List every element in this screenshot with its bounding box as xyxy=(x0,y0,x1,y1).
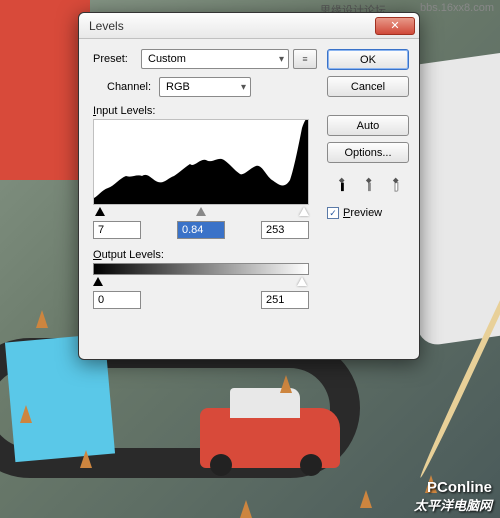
input-black-field[interactable] xyxy=(93,221,141,239)
eyedropper-white-icon[interactable] xyxy=(386,175,404,193)
output-slider-track xyxy=(93,277,309,287)
preset-label: Preset: xyxy=(93,53,141,65)
preview-label: Preview xyxy=(343,207,382,219)
titlebar[interactable]: Levels ✕ xyxy=(79,13,419,39)
channel-select[interactable]: RGB xyxy=(159,77,251,97)
preview-checkbox[interactable]: ✓ xyxy=(327,207,339,219)
watermark-cn: 太平洋电脑网 xyxy=(414,495,492,514)
input-black-slider[interactable] xyxy=(95,207,105,216)
close-button[interactable]: ✕ xyxy=(375,17,415,35)
watermark-brand: PConline xyxy=(427,479,492,496)
output-gradient xyxy=(93,263,309,275)
input-white-field[interactable] xyxy=(261,221,309,239)
options-button[interactable]: Options... xyxy=(327,142,409,163)
output-white-field[interactable] xyxy=(261,291,309,309)
preset-value: Custom xyxy=(148,53,186,65)
eyedropper-gray-icon[interactable] xyxy=(359,175,377,193)
input-slider-track xyxy=(93,207,309,217)
channel-label: Channel: xyxy=(107,81,159,93)
output-white-slider[interactable] xyxy=(297,277,307,286)
dialog-title: Levels xyxy=(89,19,375,33)
preset-menu-button[interactable]: ≡ xyxy=(293,49,317,69)
menu-icon: ≡ xyxy=(302,54,307,64)
input-gamma-field[interactable] xyxy=(177,221,225,239)
input-white-slider[interactable] xyxy=(299,207,309,216)
input-gamma-slider[interactable] xyxy=(196,207,206,216)
channel-value: RGB xyxy=(166,81,190,93)
cancel-button[interactable]: Cancel xyxy=(327,76,409,97)
ok-button[interactable]: OK xyxy=(327,49,409,70)
close-icon: ✕ xyxy=(390,19,399,32)
output-levels-label: Output Levels: xyxy=(93,249,317,261)
levels-dialog: Levels ✕ Preset: Custom ≡ Channel: RGB xyxy=(78,12,420,360)
histogram xyxy=(93,119,309,205)
auto-button[interactable]: Auto xyxy=(327,115,409,136)
watermark-top-right: bbs.16xx8.com xyxy=(420,2,494,14)
input-levels-label: Input Levels: xyxy=(93,105,317,117)
output-black-field[interactable] xyxy=(93,291,141,309)
output-black-slider[interactable] xyxy=(93,277,103,286)
preset-select[interactable]: Custom xyxy=(141,49,289,69)
eyedropper-black-icon[interactable] xyxy=(332,175,350,193)
